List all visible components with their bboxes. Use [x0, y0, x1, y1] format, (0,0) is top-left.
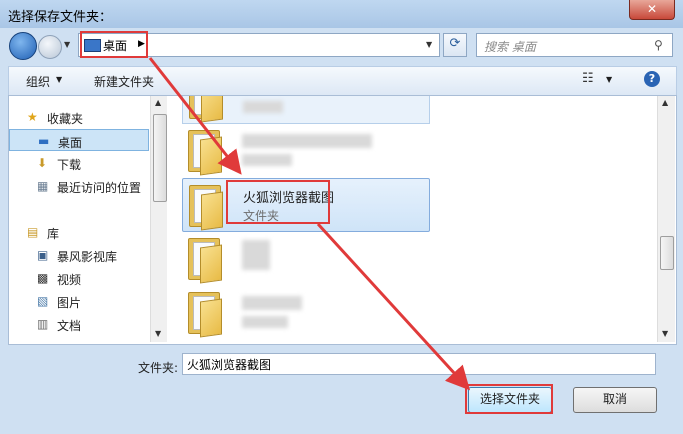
folder-icon [188, 130, 222, 176]
sidebar-item-label: 暴风影视库 [57, 250, 118, 264]
list-item[interactable] [182, 232, 430, 286]
scrollbar-thumb[interactable] [660, 236, 674, 270]
media-library-icon: ▣ [37, 248, 49, 262]
sidebar-item-videos[interactable]: ▩ 视频 [9, 267, 149, 289]
new-folder-button[interactable]: 新建文件夹 [94, 73, 154, 90]
sidebar-item-label: 图片 [57, 296, 82, 310]
chevron-down-icon[interactable]: ▼ [606, 75, 612, 84]
search-placeholder: 搜索 桌面 [484, 40, 536, 54]
search-icon[interactable]: ⚲ [654, 38, 663, 52]
sidebar-item-label: 文档 [57, 319, 82, 333]
folder-icon [189, 96, 223, 123]
close-button[interactable]: ✕ [629, 0, 675, 20]
scroll-up-icon[interactable]: ▲ [155, 98, 161, 107]
folder-icon [188, 238, 222, 284]
blurred-type [242, 154, 292, 166]
cancel-button[interactable]: 取消 [573, 387, 657, 413]
sidebar-item-pictures[interactable]: ▧ 图片 [9, 290, 149, 312]
highlight-box-address [80, 31, 148, 58]
desktop-icon: ▬ [38, 134, 50, 148]
list-item[interactable] [182, 286, 430, 340]
content-scrollbar[interactable]: ▲ ▼ [657, 96, 675, 342]
organize-menu[interactable]: 组织 [26, 73, 50, 90]
help-icon[interactable]: ? [644, 71, 660, 87]
sidebar-item-favorites[interactable]: ★ 收藏夹 [9, 106, 149, 128]
sidebar-item-label: 收藏夹 [47, 112, 84, 126]
folder-field-label: 文件夹: [138, 361, 179, 375]
sidebar-item-recent-places[interactable]: ▦ 最近访问的位置 [9, 175, 149, 197]
back-button[interactable] [9, 32, 37, 60]
video-icon: ▩ [37, 271, 49, 285]
sidebar-item-documents[interactable]: ▥ 文档 [9, 313, 149, 335]
highlight-box-select [465, 384, 553, 414]
blurred-type [242, 316, 288, 328]
sidebar-item-label: 下载 [57, 158, 82, 172]
scrollbar-thumb[interactable] [153, 114, 167, 202]
blurred-name [243, 101, 283, 113]
sidebar-item-desktop[interactable]: ▬ 桌面 [9, 129, 149, 151]
list-item[interactable] [182, 96, 430, 124]
title-bar: 选择保存文件夹： ✕ [0, 0, 683, 28]
folder-icon [188, 292, 222, 338]
folder-name-input[interactable] [182, 353, 656, 375]
scroll-down-icon[interactable]: ▼ [155, 329, 161, 338]
dialog-window: 选择保存文件夹： ✕ ▼ 桌面 ▶ ▼ ⟳ 搜索 桌面 ⚲ 组织 ▼ 新建文件夹… [0, 0, 683, 434]
sidebar-item-media-library[interactable]: ▣ 暴风影视库 [9, 244, 149, 266]
blurred-name [242, 134, 372, 148]
recent-places-icon: ▦ [37, 179, 49, 193]
window-title: 选择保存文件夹： [8, 10, 113, 25]
blurred-name [242, 296, 302, 310]
sidebar-item-libraries[interactable]: ▤ 库 [9, 221, 149, 243]
history-dropdown-icon[interactable]: ▼ [64, 40, 74, 50]
view-options-icon[interactable]: ☷ [582, 71, 594, 86]
refresh-button[interactable]: ⟳ [443, 33, 467, 57]
download-icon: ⬇ [37, 156, 48, 170]
pictures-icon: ▧ [37, 294, 49, 308]
address-dropdown-icon[interactable]: ▼ [426, 40, 432, 49]
star-icon: ★ [27, 110, 38, 124]
chevron-down-icon[interactable]: ▼ [56, 75, 62, 84]
sidebar-item-label: 库 [47, 227, 60, 241]
sidebar-item-downloads[interactable]: ⬇ 下载 [9, 152, 149, 174]
forward-button[interactable] [38, 35, 62, 59]
navigation-scrollbar[interactable]: ▲ ▼ [150, 96, 167, 342]
library-icon: ▤ [27, 225, 39, 239]
scroll-up-icon[interactable]: ▲ [662, 98, 668, 107]
sidebar-item-label: 视频 [57, 273, 82, 287]
blurred-name [242, 240, 270, 270]
scroll-down-icon[interactable]: ▼ [662, 329, 668, 338]
documents-icon: ▥ [37, 317, 49, 331]
list-item[interactable] [182, 124, 430, 178]
folder-icon [189, 185, 223, 231]
sidebar-item-label: 最近访问的位置 [57, 181, 142, 195]
sidebar-item-label: 桌面 [58, 136, 83, 150]
navigation-pane: ★ 收藏夹 ▬ 桌面 ⬇ 下载 ▦ 最近访问的位置 ▤ 库 ▣ 暴风影视库 ▩ … [9, 96, 149, 342]
highlight-box-folder [226, 180, 330, 224]
